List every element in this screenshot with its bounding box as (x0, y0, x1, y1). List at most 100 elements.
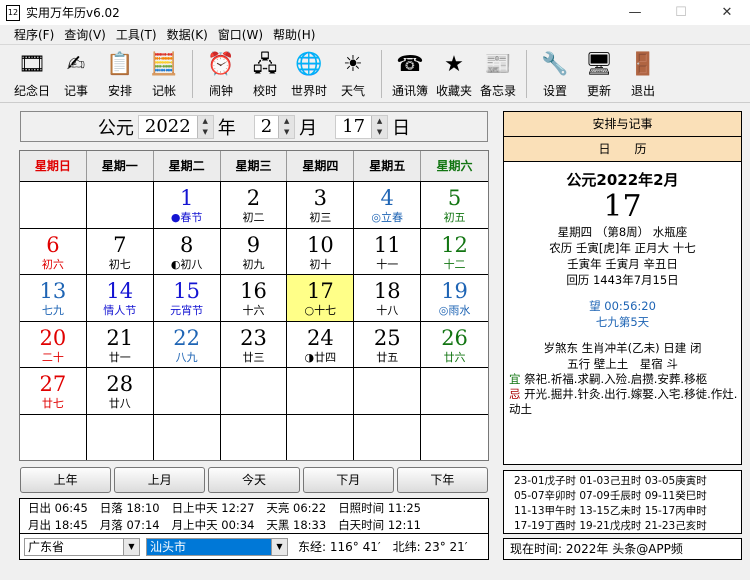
calendar-day[interactable]: 28 廿八 (86, 367, 154, 414)
city-value[interactable]: 汕头市 (147, 538, 271, 555)
calendar-day[interactable] (354, 413, 422, 460)
hijri-info: 回历 1443年7月15日 (566, 273, 679, 287)
calendar-day[interactable]: 6 初六 (20, 227, 87, 274)
calendar-day[interactable]: 22 八九 (153, 320, 221, 367)
sun-moon-item: 日上中天 12:27 (171, 501, 255, 515)
toolbar-button[interactable]: ✍ 记事 (54, 46, 98, 102)
calendar-day[interactable]: 4 ◎立春 (354, 181, 422, 228)
nav-button[interactable]: 上月 (114, 467, 206, 493)
menu-item[interactable]: 帮助(H) (273, 25, 315, 44)
menu-item[interactable]: 工具(T) (116, 25, 157, 44)
校时-icon: 🖧 (252, 52, 278, 77)
month-value[interactable]: 2 (255, 116, 278, 137)
calendar-day[interactable]: 2 初二 (220, 181, 288, 228)
spin-arrows-icon[interactable]: ▲ ▼ (371, 115, 388, 138)
calendar-day[interactable]: 11 十一 (354, 227, 422, 274)
toolbar-separator (381, 50, 382, 98)
toolbar-label: 闹钟 (208, 84, 233, 98)
date-selector: 公元 2022 ▲ ▼ 年 2 ▲ ▼ 月 17 ▲ ▼ 日 (20, 111, 488, 142)
toolbar-button[interactable]: ☎ 通讯簿 (388, 46, 432, 102)
lunar-label: ◑廿四 (304, 350, 337, 364)
calendar-day[interactable] (220, 367, 288, 414)
calendar-day[interactable] (86, 413, 154, 460)
calendar-day[interactable]: 16 十六 (220, 274, 288, 321)
close-button[interactable]: ✕ (704, 0, 750, 25)
tab-schedule[interactable]: 安排与记事 (504, 112, 741, 137)
toolbar-button[interactable]: 📋 安排 (98, 46, 142, 102)
spin-arrows-icon[interactable]: ▲ ▼ (278, 115, 295, 138)
lunar-label: 十八 (376, 304, 399, 317)
chevron-down-icon[interactable]: ▼ (271, 538, 287, 555)
province-value[interactable]: 广东省 (25, 539, 123, 555)
lunar-label: 廿七 (41, 397, 64, 410)
calendar-day[interactable] (153, 367, 221, 414)
toolbar-button[interactable]: 🎞 纪念日 (10, 46, 54, 102)
calendar-day[interactable]: 5 初五 (421, 181, 488, 228)
toolbar-button[interactable]: ⏰ 闹钟 (199, 46, 243, 102)
nav-button[interactable]: 今天 (208, 467, 300, 493)
calendar-day[interactable]: 26 廿六 (421, 320, 488, 368)
nav-button[interactable]: 上年 (20, 467, 112, 493)
day-spinner[interactable]: 17 ▲ ▼ (335, 114, 389, 139)
minimize-button[interactable]: — (612, 0, 658, 25)
tab-calendar[interactable]: 日 历 (504, 137, 741, 162)
calendar-day[interactable]: 10 初十 (287, 227, 355, 274)
menu-item[interactable]: 程序(F) (14, 25, 54, 44)
calendar-day[interactable]: 8 ◐初八 (153, 227, 221, 274)
calendar-day[interactable]: 27 廿七 (20, 367, 87, 414)
toolbar-button[interactable]: 📰 备忘录 (476, 46, 520, 102)
calendar-day[interactable] (220, 413, 288, 460)
day-value[interactable]: 17 (336, 116, 371, 137)
calendar-day[interactable] (287, 413, 355, 460)
calendar-day[interactable]: 14 情人节 (86, 274, 154, 321)
toolbar-button[interactable]: 🚪 退出 (621, 46, 665, 102)
nav-button[interactable]: 下年 (396, 467, 489, 493)
sun-moon-item: 白天时间 12:11 (338, 518, 421, 532)
toolbar-button[interactable]: ★ 收藏夹 (432, 46, 476, 102)
toolbar-button[interactable]: ☀ 天气 (331, 46, 375, 102)
lunar-label: 廿八 (108, 397, 131, 410)
calendar-day[interactable]: 18 十八 (354, 274, 422, 321)
city-select[interactable]: 汕头市 ▼ (146, 537, 288, 556)
calendar-day[interactable] (86, 181, 154, 228)
calendar-day[interactable]: 23 廿三 (220, 320, 288, 367)
toolbar-button[interactable]: 🌐 世界时 (287, 46, 331, 102)
calendar-day[interactable]: 21 廿一 (86, 320, 154, 367)
calendar-day[interactable]: 12 十二 (421, 227, 488, 275)
province-select[interactable]: 广东省 ▼ (24, 537, 140, 556)
calendar-day[interactable]: 3 初三 (287, 181, 355, 228)
calendar-day[interactable]: 20 二十 (20, 320, 87, 367)
toolbar-button[interactable]: 🖥 更新 (577, 46, 621, 102)
calendar-day-selected[interactable]: 17 ○十七 (287, 274, 355, 321)
menu-item[interactable]: 窗口(W) (218, 25, 263, 44)
month-spinner[interactable]: 2 ▲ ▼ (253, 114, 296, 139)
nav-button[interactable]: 下月 (302, 467, 394, 493)
menu-item[interactable]: 数据(K) (167, 25, 208, 44)
calendar-day[interactable] (421, 413, 488, 461)
spin-arrows-icon[interactable]: ▲ ▼ (196, 115, 213, 138)
chevron-down-icon[interactable]: ▼ (123, 538, 139, 555)
calendar-day[interactable] (153, 413, 221, 460)
calendar-day[interactable]: 25 廿五 (354, 320, 422, 367)
toolbar-button[interactable]: 🖧 校时 (243, 46, 287, 102)
calendar-day[interactable]: 9 初九 (220, 227, 288, 274)
calendar-day[interactable]: 19 ◎雨水 (421, 274, 488, 321)
calendar-day[interactable]: 15 元宵节 (153, 274, 221, 321)
calendar-day[interactable] (287, 367, 355, 414)
calendar-day[interactable] (421, 367, 488, 414)
year-spinner[interactable]: 2022 ▲ ▼ (137, 114, 214, 139)
calendar-day[interactable]: 24 ◑廿四 (287, 320, 355, 367)
year-value[interactable]: 2022 (139, 116, 197, 137)
toolbar-button[interactable]: 🧮 记帐 (142, 46, 186, 102)
calendar-day[interactable] (20, 181, 87, 228)
maximize-button[interactable]: ☐ (658, 0, 704, 25)
世界时-icon: 🌐 (295, 52, 323, 77)
menu-item[interactable]: 查询(V) (64, 25, 106, 44)
calendar-day[interactable]: 7 初七 (86, 227, 154, 274)
calendar-day[interactable] (20, 413, 87, 460)
calendar-day[interactable]: 1 ●春节 (153, 181, 221, 228)
toolbar-button[interactable]: 🔧 设置 (533, 46, 577, 102)
calendar-day[interactable] (354, 367, 422, 414)
calendar-day[interactable]: 13 七九 (20, 274, 87, 321)
info-panel: 安排与记事 日 历 公元2022年2月 17 星期四 （第8周） 水瓶座 农历 … (503, 111, 742, 465)
